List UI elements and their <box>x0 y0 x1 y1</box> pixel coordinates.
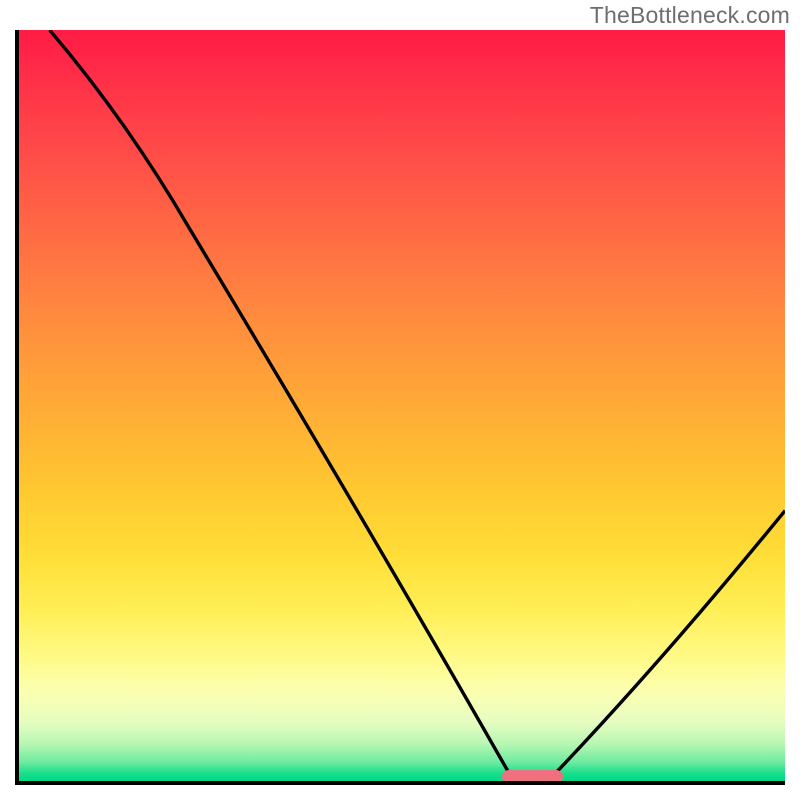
curve-path <box>50 30 785 773</box>
chart-frame: TheBottleneck.com <box>0 0 800 800</box>
bottleneck-curve <box>19 30 785 781</box>
watermark-text: TheBottleneck.com <box>590 2 790 29</box>
optimal-range-marker <box>502 770 563 784</box>
plot-area <box>15 30 785 785</box>
